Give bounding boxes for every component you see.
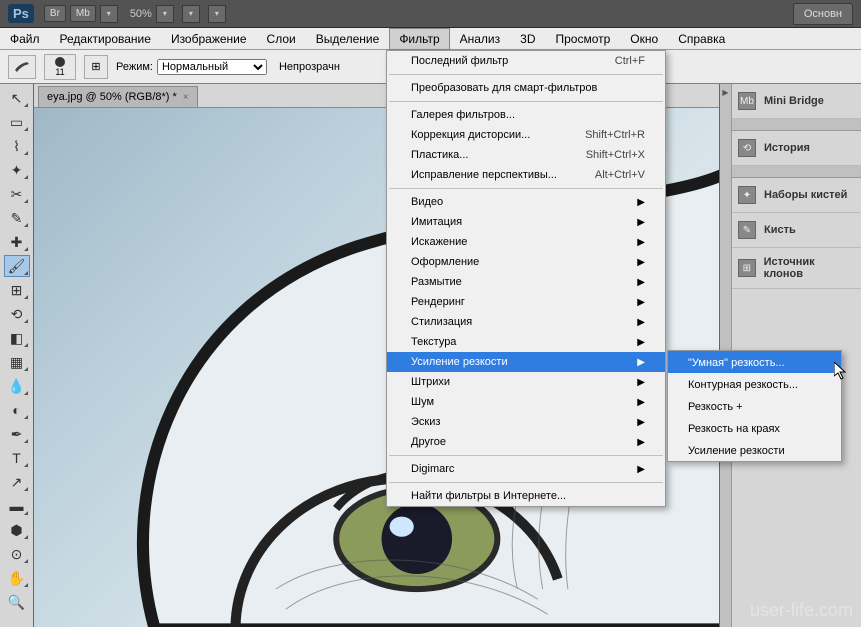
tool-preset-icon[interactable] (8, 55, 36, 79)
minibridge-icon: Mb (738, 92, 756, 110)
tools-panel: ↖ ▭ ⌇ ✦ ✂ ✎ ✚ 🖌 ⊞ ⟲ ◧ ▦ 💧 ◐ ✒ T ↗ ▬ ⬢ ⊙ … (0, 84, 34, 627)
3d-tool[interactable]: ⬢ (4, 519, 30, 541)
menu-bar: Файл Редактирование Изображение Слои Выд… (0, 28, 861, 50)
brush-preset[interactable]: 11 (44, 54, 76, 80)
blur-tool[interactable]: 💧 (4, 375, 30, 397)
menu-smart-filter[interactable]: Преобразовать для смарт-фильтров (387, 78, 665, 98)
menu-group-sharpen[interactable]: Усиление резкости▶ (387, 352, 665, 372)
menu-image[interactable]: Изображение (161, 28, 257, 50)
stamp-tool[interactable]: ⊞ (4, 279, 30, 301)
ps-logo: Ps (8, 4, 34, 23)
menu-file[interactable]: Файл (0, 28, 50, 50)
document-title: eya.jpg @ 50% (RGB/8*) * (47, 91, 177, 103)
menu-filter[interactable]: Фильтр (389, 28, 449, 50)
opacity-label: Непрозрачн (279, 61, 340, 73)
brush-tool[interactable]: 🖌 (4, 255, 30, 277)
type-tool[interactable]: T (4, 447, 30, 469)
zoom-dropdown[interactable]: ▾ (156, 5, 174, 23)
brush-panel-button[interactable]: ⊞ (84, 55, 108, 79)
history-icon: ⟲ (738, 139, 756, 157)
menu-help[interactable]: Справка (668, 28, 735, 50)
marquee-tool[interactable]: ▭ (4, 111, 30, 133)
path-tool[interactable]: ↗ (4, 471, 30, 493)
submenu-unsharp-mask[interactable]: Контурная резкость... (668, 373, 841, 395)
submenu-sharpen-more[interactable]: Резкость + (668, 395, 841, 417)
zoom-level[interactable]: 50% (130, 8, 152, 20)
3d-cam-tool[interactable]: ⊙ (4, 543, 30, 565)
menu-lens-correction[interactable]: Коррекция дисторсии...Shift+Ctrl+R (387, 125, 665, 145)
menu-group-artistic[interactable]: Имитация▶ (387, 212, 665, 232)
bridge-button[interactable]: Br (44, 5, 66, 22)
menu-select[interactable]: Выделение (306, 28, 390, 50)
eyedropper-tool[interactable]: ✎ (4, 207, 30, 229)
menu-analysis[interactable]: Анализ (450, 28, 511, 50)
pen-tool[interactable]: ✒ (4, 423, 30, 445)
mode-select[interactable]: Нормальный (157, 59, 267, 75)
menu-digimarc[interactable]: Digimarc▶ (387, 459, 665, 479)
menu-layer[interactable]: Слои (257, 28, 306, 50)
screen-dropdown[interactable]: ▾ (208, 5, 226, 23)
menu-3d[interactable]: 3D (510, 28, 545, 50)
menu-group-distort[interactable]: Искажение▶ (387, 232, 665, 252)
submenu-smart-sharpen[interactable]: "Умная" резкость... (668, 351, 841, 373)
brush-icon: ✎ (738, 221, 756, 239)
sharpen-submenu: "Умная" резкость... Контурная резкость..… (667, 350, 842, 462)
eraser-tool[interactable]: ◧ (4, 327, 30, 349)
brushset-icon: ✦ (738, 186, 756, 204)
minibridge-button[interactable]: Mb (70, 5, 96, 22)
filter-menu: Последний фильтрCtrl+F Преобразовать для… (386, 50, 666, 507)
heal-tool[interactable]: ✚ (4, 231, 30, 253)
menu-browse-filters[interactable]: Найти фильтры в Интернете... (387, 486, 665, 506)
menu-vanishing-point[interactable]: Исправление перспективы...Alt+Ctrl+V (387, 165, 665, 185)
menu-edit[interactable]: Редактирование (50, 28, 161, 50)
panel-history[interactable]: ⟲История (732, 131, 861, 166)
clonesrc-icon: ⊞ (738, 259, 756, 277)
menu-group-other[interactable]: Другое▶ (387, 432, 665, 452)
submenu-sharpen[interactable]: Усиление резкости (668, 439, 841, 461)
history-brush-tool[interactable]: ⟲ (4, 303, 30, 325)
layout-dropdown[interactable]: ▾ (100, 5, 118, 23)
menu-liquify[interactable]: Пластика...Shift+Ctrl+X (387, 145, 665, 165)
close-tab-icon[interactable]: × (183, 92, 189, 103)
panel-brush[interactable]: ✎Кисть (732, 213, 861, 248)
panel-minibridge[interactable]: MbMini Bridge (732, 84, 861, 119)
view-dropdown[interactable]: ▾ (182, 5, 200, 23)
shape-tool[interactable]: ▬ (4, 495, 30, 517)
mode-label: Режим: (116, 61, 153, 73)
zoom-tool[interactable]: 🔍 (4, 591, 30, 613)
watermark: user-life.com (750, 600, 853, 621)
dodge-tool[interactable]: ◐ (4, 399, 30, 421)
menu-group-noise[interactable]: Шум▶ (387, 392, 665, 412)
gradient-tool[interactable]: ▦ (4, 351, 30, 373)
move-tool[interactable]: ↖ (4, 87, 30, 109)
panel-clonesrc[interactable]: ⊞Источник клонов (732, 248, 861, 289)
menu-group-stylize[interactable]: Стилизация▶ (387, 312, 665, 332)
workspace-tab[interactable]: Основн (793, 3, 853, 25)
menu-group-render[interactable]: Рендеринг▶ (387, 292, 665, 312)
menu-group-texture[interactable]: Текстура▶ (387, 332, 665, 352)
document-tab[interactable]: eya.jpg @ 50% (RGB/8*) * × (38, 86, 198, 107)
wand-tool[interactable]: ✦ (4, 159, 30, 181)
menu-filter-gallery[interactable]: Галерея фильтров... (387, 105, 665, 125)
menu-group-pixelate[interactable]: Оформление▶ (387, 252, 665, 272)
menu-view[interactable]: Просмотр (545, 28, 620, 50)
menu-group-strokes[interactable]: Штрихи▶ (387, 372, 665, 392)
menu-window[interactable]: Окно (620, 28, 668, 50)
title-bar: Ps Br Mb ▾ 50% ▾ ▾ ▾ Основн (0, 0, 861, 28)
menu-group-blur[interactable]: Размытие▶ (387, 272, 665, 292)
cursor-icon (834, 362, 850, 385)
lasso-tool[interactable]: ⌇ (4, 135, 30, 157)
menu-group-video[interactable]: Видео▶ (387, 192, 665, 212)
menu-last-filter[interactable]: Последний фильтрCtrl+F (387, 51, 665, 71)
submenu-sharpen-edges[interactable]: Резкость на краях (668, 417, 841, 439)
panel-brushsets[interactable]: ✦Наборы кистей (732, 178, 861, 213)
menu-group-sketch[interactable]: Эскиз▶ (387, 412, 665, 432)
hand-tool[interactable]: ✋ (4, 567, 30, 589)
crop-tool[interactable]: ✂ (4, 183, 30, 205)
